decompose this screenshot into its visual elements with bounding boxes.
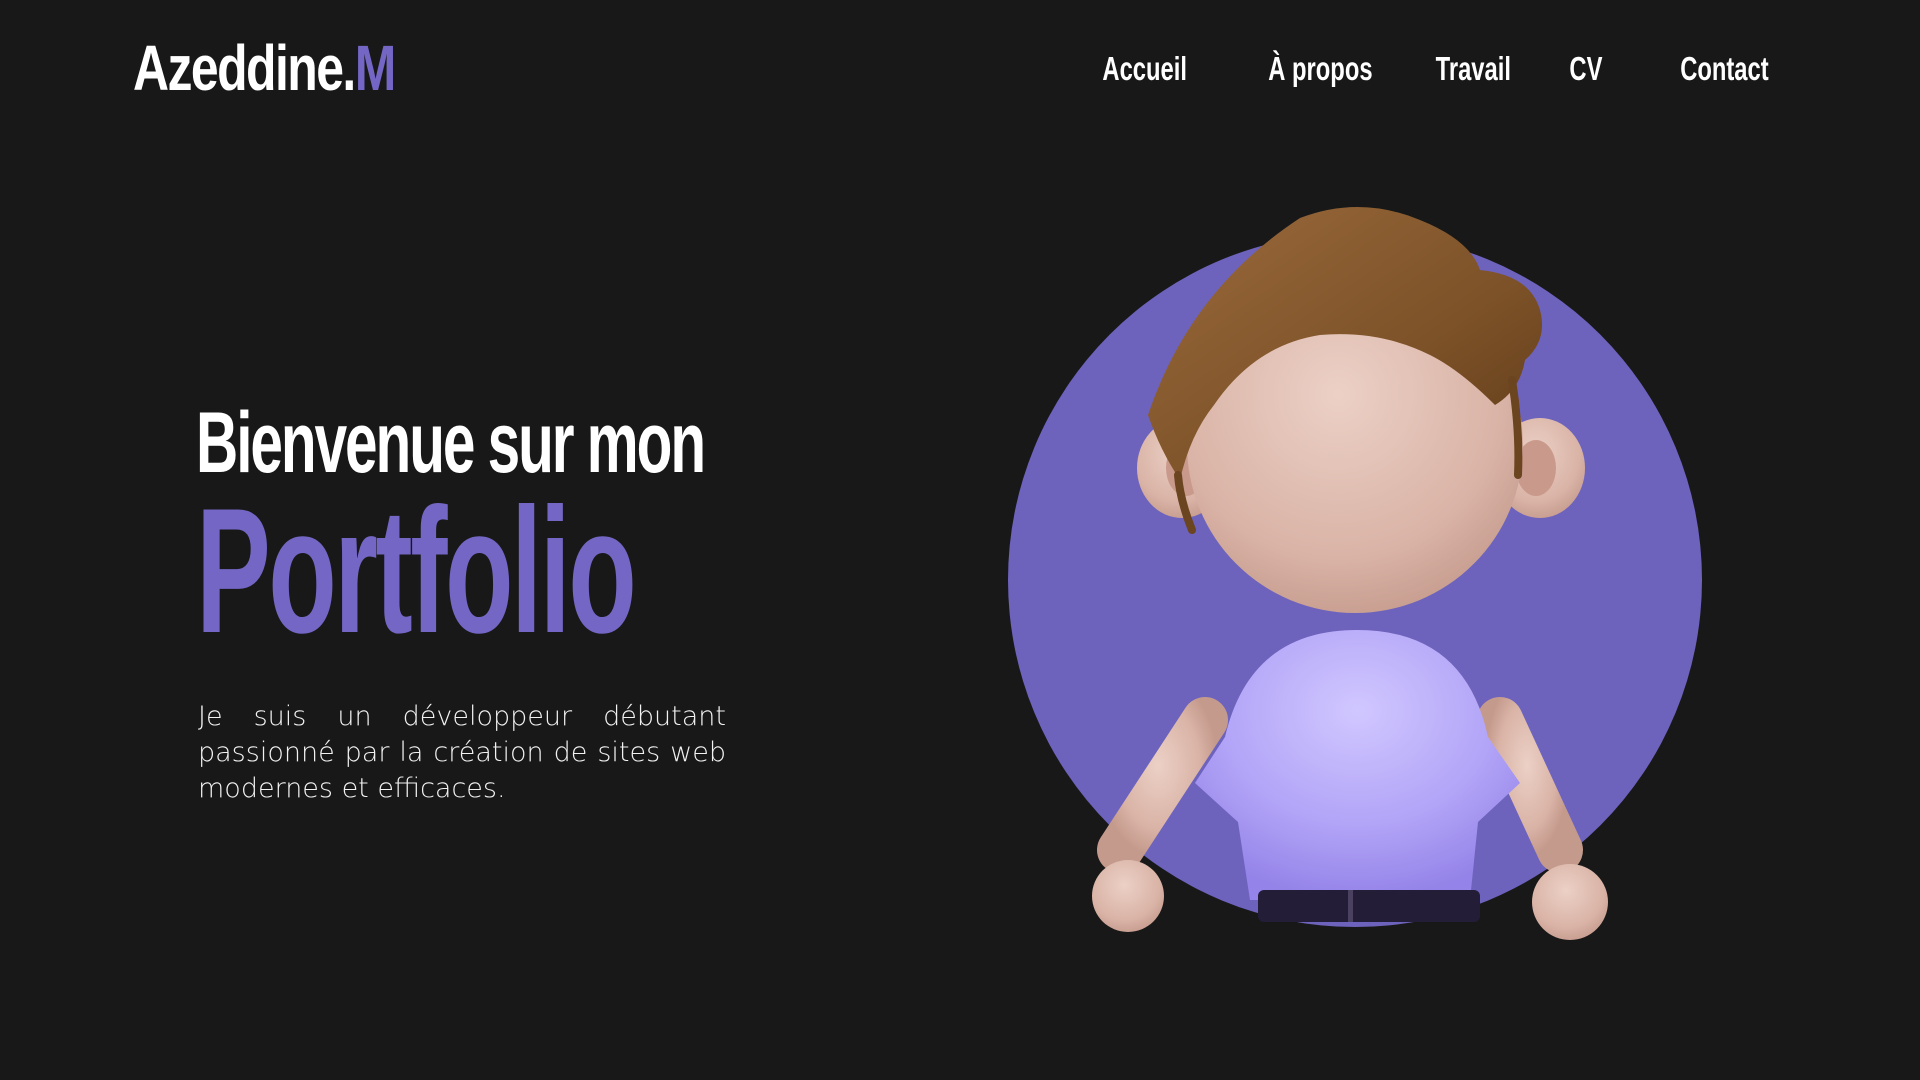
logo-accent-letter: M	[354, 32, 397, 104]
avatar-illustration	[1000, 200, 1720, 960]
avatar-figure-icon	[1092, 206, 1608, 940]
nav-link-travail[interactable]: Travail	[1436, 48, 1511, 91]
nav-link-a-propos[interactable]: À propos	[1268, 48, 1372, 91]
nav-link-accueil[interactable]: Accueil	[1102, 48, 1187, 91]
site-logo[interactable]: Azeddine.M	[133, 36, 396, 100]
nav-link-cv[interactable]: CV	[1569, 48, 1602, 91]
hero-description: Je suis un développeur débutant passionn…	[198, 701, 726, 804]
logo-text: Azeddine.	[133, 32, 356, 104]
nav-link-contact[interactable]: Contact	[1680, 48, 1768, 91]
site-header: Azeddine.M Accueil À propos Travail CV C…	[0, 0, 1920, 150]
hero-title-portfolio: Portfolio	[196, 471, 637, 670]
main-nav: Accueil À propos Travail CV Contact	[1026, 48, 1786, 98]
hero-section: Bienvenue sur mon Portfolio Je suis un d…	[196, 400, 736, 804]
hero-title: Bienvenue sur mon Portfolio	[196, 400, 736, 660]
